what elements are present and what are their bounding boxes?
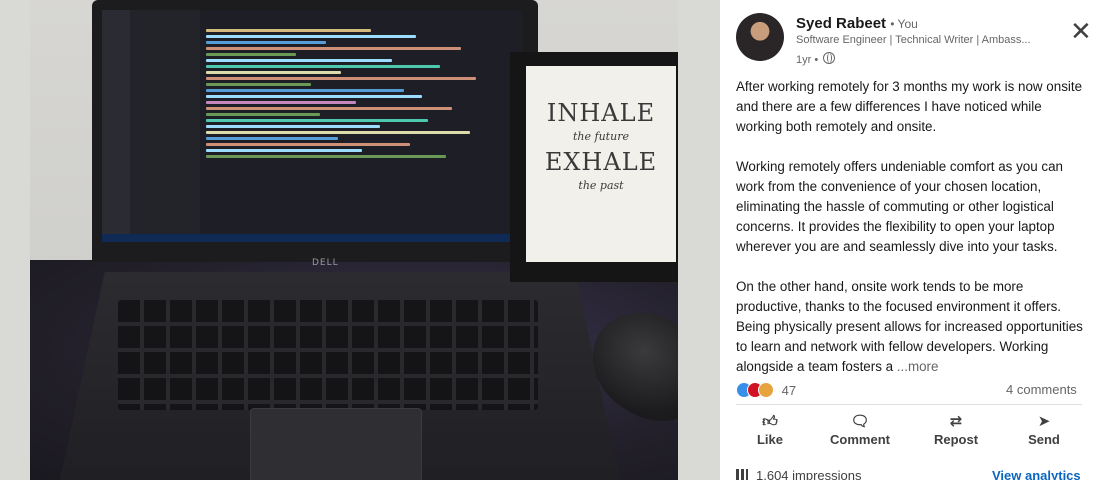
author-avatar[interactable] — [736, 13, 784, 61]
post-time: 1yr • — [796, 54, 819, 66]
comment-button[interactable]: 🗨︎ Comment — [820, 412, 900, 448]
bar-chart-icon — [736, 469, 748, 480]
frame-print: INHALE the future EXHALE the past — [526, 66, 676, 262]
frame-text-inhale: INHALE — [546, 99, 656, 127]
picture-frame: INHALE the future EXHALE the past — [510, 52, 678, 282]
author-name[interactable]: Syed Rabeet — [796, 15, 886, 32]
laptop-touchpad — [250, 408, 422, 480]
post-image-viewer: DELL INHALE the future EXHALE the past — [0, 0, 720, 480]
like-label: Like — [756, 432, 783, 447]
see-more-link[interactable]: ...more — [897, 359, 939, 374]
post-detail-panel: Syed Rabeet • You Software Engineer | Te… — [720, 0, 1102, 480]
reaction-count: 47 — [781, 383, 797, 398]
close-icon[interactable]: ✕ — [1070, 19, 1092, 45]
you-label: • You — [890, 17, 918, 31]
frame-text-past: the past — [578, 179, 624, 192]
editor-code-area — [206, 26, 506, 226]
editor-activity-bar — [102, 10, 130, 242]
social-actions-bar: 👍︎ Like 🗨︎ Comment ⇄ Repost ➤ Send — [720, 414, 1102, 454]
view-analytics-link[interactable]: View analytics — [992, 468, 1081, 480]
frame-text-future: the future — [573, 130, 629, 143]
reaction-icons — [736, 382, 774, 401]
reactions-summary[interactable]: 47 — [736, 382, 796, 401]
frame-text-exhale: EXHALE — [544, 148, 658, 176]
thumbs-up-icon: 👍︎ — [762, 412, 778, 430]
post-paragraph: After working remotely for 3 months my w… — [736, 79, 1083, 134]
like-button[interactable]: 👍︎ Like — [730, 412, 810, 448]
repost-label: Repost — [933, 432, 979, 447]
post-paragraph-last: On the other hand, onsite work tends to … — [736, 277, 1086, 377]
post-photo: DELL INHALE the future EXHALE the past — [30, 0, 678, 480]
send-icon: ➤ — [1037, 412, 1051, 430]
insightful-reaction-icon — [758, 382, 774, 398]
comment-label: Comment — [830, 432, 890, 447]
editor-file-explorer — [130, 10, 200, 242]
post-paragraph: Working remotely offers undeniable comfo… — [736, 159, 1063, 254]
send-label: Send — [1028, 432, 1060, 447]
author-name-row[interactable]: Syed Rabeet • You — [796, 15, 918, 32]
send-button[interactable]: ➤ Send — [1004, 412, 1084, 448]
comment-icon: 🗨︎ — [850, 412, 870, 430]
os-taskbar — [102, 234, 522, 242]
post-meta: 1yr • — [796, 52, 836, 66]
globe-icon — [823, 52, 836, 64]
repost-button[interactable]: ⇄ Repost — [916, 412, 996, 448]
laptop-brand-logo: DELL — [312, 258, 339, 268]
laptop-screen-code-editor — [102, 10, 522, 242]
impressions-count: 1,604 impressions — [756, 468, 862, 480]
impressions-row: 1,604 impressions — [736, 468, 862, 480]
author-headline: Software Engineer | Technical Writer | A… — [796, 34, 1031, 46]
repost-icon: ⇄ — [949, 412, 963, 430]
post-text: After working remotely for 3 months my w… — [736, 77, 1086, 377]
divider — [736, 404, 1082, 405]
laptop-keyboard — [118, 300, 538, 410]
comments-count-link[interactable]: 4 comments — [1006, 382, 1077, 397]
